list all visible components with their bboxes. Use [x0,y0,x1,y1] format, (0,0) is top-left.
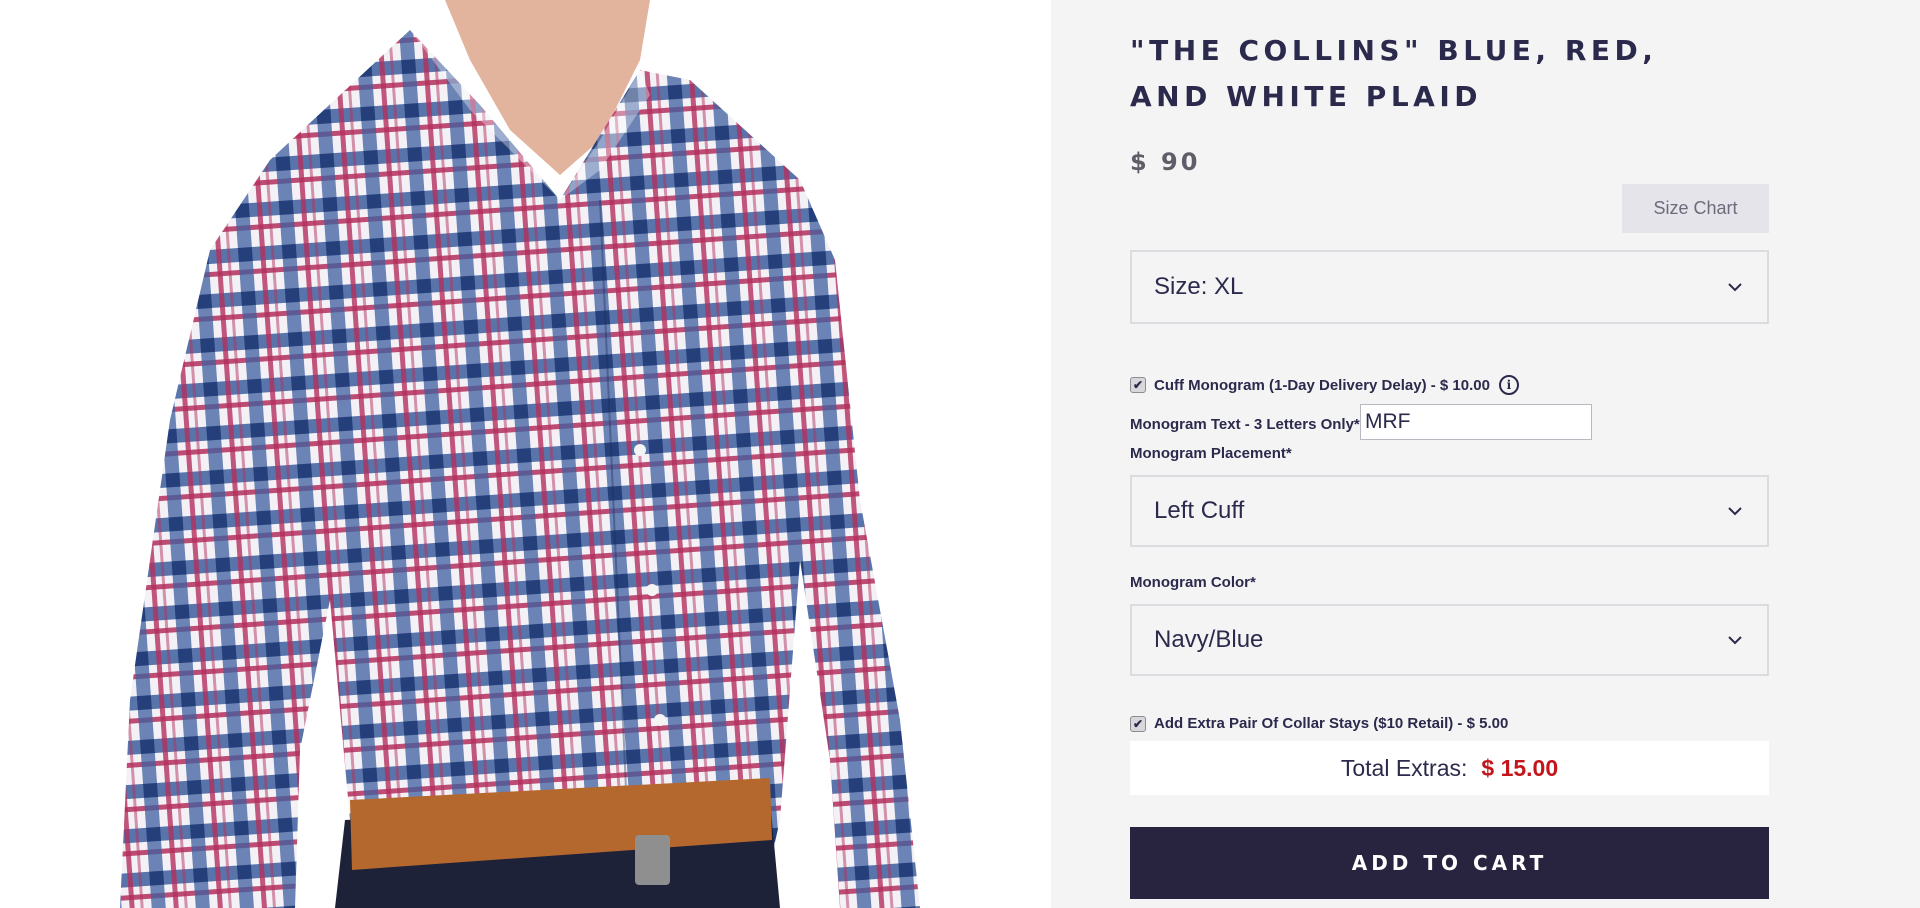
collar-stays-checkbox[interactable]: ✔ [1130,715,1146,732]
monogram-color-label: Monogram Color* [1130,574,1256,591]
size-chart-button[interactable]: Size Chart [1622,184,1769,233]
total-extras-label: Total Extras: [1340,754,1468,781]
chevron-down-icon [1725,501,1745,521]
info-icon[interactable]: i [1498,375,1519,395]
size-select[interactable]: Size: XL [1130,250,1769,324]
total-extras-amount: $ 15.00 [1481,754,1559,781]
size-select-value: Size: XL [1154,273,1244,300]
cuff-monogram-label: Cuff Monogram (1-Day Delivery Delay) - $… [1154,376,1490,394]
product-title: "THE COLLINS" BLUE, RED, AND WHITE PLAID [1130,34,1658,113]
collar-stays-option: ✔ Add Extra Pair Of Collar Stays ($10 Re… [1130,715,1508,732]
product-details-panel: "THE COLLINS" BLUE, RED, AND WHITE PLAID… [1051,0,1920,908]
product-image [0,0,1051,908]
monogram-placement-select[interactable]: Left Cuff [1130,475,1769,547]
monogram-placement-value: Left Cuff [1154,497,1245,524]
cuff-monogram-option: ✔ Cuff Monogram (1-Day Delivery Delay) -… [1130,375,1519,395]
shirt-illustration [120,0,920,908]
total-extras: Total Extras: $ 15.00 [1130,741,1769,795]
collar-stays-label: Add Extra Pair Of Collar Stays ($10 Reta… [1154,715,1509,732]
product-price: $ 90 [1130,148,1201,176]
add-to-cart-button[interactable]: ADD TO CART [1130,827,1769,899]
monogram-color-value: Navy/Blue [1154,626,1264,653]
monogram-text-label: Monogram Text - 3 Letters Only* [1130,416,1360,433]
chevron-down-icon [1725,630,1745,650]
monogram-text-input[interactable] [1360,404,1592,440]
chevron-down-icon [1725,277,1745,297]
cuff-monogram-checkbox[interactable]: ✔ [1130,377,1146,393]
monogram-placement-label: Monogram Placement* [1130,445,1292,462]
monogram-color-select[interactable]: Navy/Blue [1130,604,1769,676]
